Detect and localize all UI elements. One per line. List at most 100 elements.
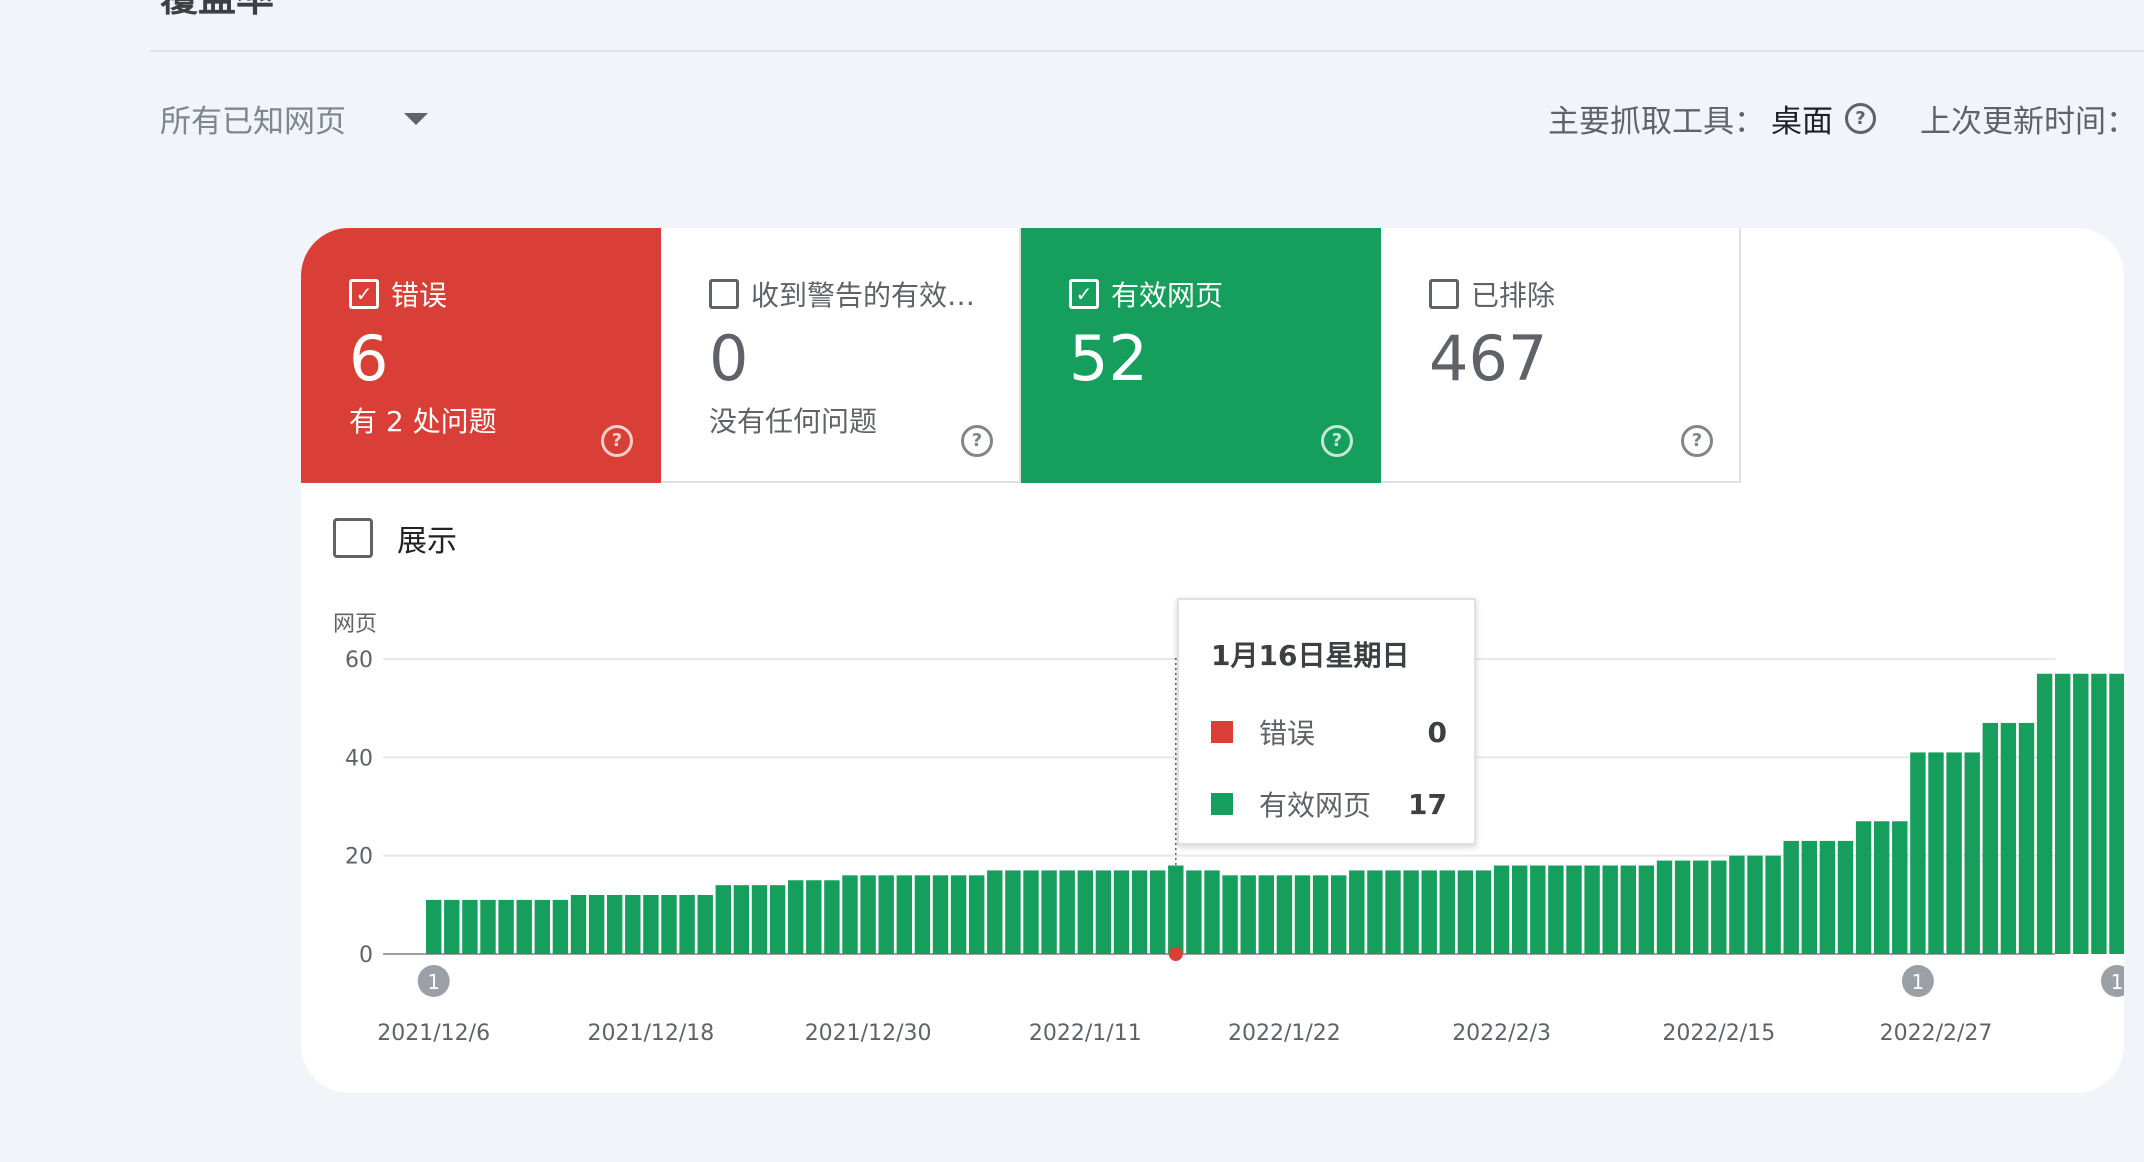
bar-valid bbox=[1837, 840, 1854, 954]
bar-valid bbox=[498, 899, 514, 954]
y-tick-label: 60 bbox=[345, 648, 373, 673]
bar-valid bbox=[444, 899, 460, 954]
bar-valid bbox=[1747, 855, 1763, 954]
bar-valid bbox=[2018, 722, 2035, 954]
bar-valid bbox=[661, 895, 677, 954]
x-tick-label: 2022/2/27 bbox=[1880, 1021, 1993, 1046]
bar-valid bbox=[1946, 752, 1962, 954]
bar-valid bbox=[733, 885, 750, 954]
bar-valid bbox=[1331, 875, 1347, 954]
y-tick-label: 20 bbox=[345, 845, 373, 870]
tooltip-row-label: 有效网页 bbox=[1259, 789, 1372, 822]
crawler-info: 主要抓取工具： 桌面 ? 上次更新时间： bbox=[1548, 96, 2137, 141]
coverage-card: ✓ 错误 6 有 2 处问题 ? 收到警告的有效… 0 没有任何问题 ? ✓ 有效网… bbox=[301, 228, 2124, 1093]
bar-valid bbox=[426, 899, 442, 954]
bar-valid bbox=[1403, 870, 1419, 954]
y-tick-label: 0 bbox=[359, 943, 373, 968]
bar-valid bbox=[1312, 875, 1329, 954]
crawler-label: 主要抓取工具： bbox=[1548, 104, 1765, 140]
bar-valid bbox=[697, 895, 713, 954]
last-updated-label: 上次更新时间： bbox=[1920, 104, 2137, 140]
tooltip-date: 1月16日星期日 bbox=[1211, 639, 1410, 672]
bar-valid bbox=[1711, 860, 1727, 954]
bar-valid bbox=[1168, 865, 1184, 954]
bar-valid bbox=[516, 899, 532, 954]
tooltip-row-value: 17 bbox=[1408, 787, 1447, 821]
y-axis-label: 网页 bbox=[333, 612, 377, 637]
bar-valid bbox=[1729, 855, 1745, 954]
header-divider bbox=[150, 50, 2144, 52]
bar-valid bbox=[1258, 875, 1274, 954]
bar-valid bbox=[1276, 875, 1293, 954]
bar-valid bbox=[806, 880, 822, 954]
bar-valid bbox=[1150, 870, 1166, 954]
bar-valid bbox=[1783, 840, 1799, 954]
bar-valid bbox=[588, 895, 605, 954]
bar-valid bbox=[896, 875, 912, 954]
x-tick-label: 2021/12/30 bbox=[805, 1021, 932, 1046]
x-tick-label: 2021/12/18 bbox=[587, 1021, 714, 1046]
legend-swatch-valid bbox=[1211, 793, 1233, 815]
bar-valid bbox=[950, 875, 967, 954]
bar-valid bbox=[769, 885, 786, 954]
bar-valid bbox=[1674, 860, 1691, 954]
x-tick-label: 2022/1/22 bbox=[1228, 1021, 1341, 1046]
page-filter-dropdown[interactable]: 所有已知网页 bbox=[160, 96, 428, 141]
tooltip-row-label: 错误 bbox=[1259, 717, 1316, 750]
bar-valid bbox=[1457, 870, 1474, 954]
bar-valid bbox=[1566, 865, 1582, 954]
bar-valid bbox=[1855, 821, 1872, 954]
bar-valid bbox=[643, 895, 659, 954]
bar-valid bbox=[1874, 821, 1890, 954]
tooltip-row-value: 0 bbox=[1427, 715, 1447, 749]
bar-valid bbox=[878, 875, 894, 954]
bar-valid bbox=[1041, 870, 1057, 954]
bar-valid bbox=[2000, 722, 2017, 954]
x-tick-label: 2021/12/6 bbox=[377, 1021, 490, 1046]
bar-valid bbox=[570, 895, 587, 954]
bar-valid bbox=[1638, 865, 1655, 954]
bar-valid bbox=[1240, 875, 1256, 954]
bar-valid bbox=[1819, 840, 1836, 954]
x-tick-label: 2022/1/11 bbox=[1029, 1021, 1142, 1046]
bar-valid bbox=[751, 885, 768, 954]
bar-valid bbox=[534, 899, 550, 954]
bar-valid bbox=[1620, 865, 1636, 954]
annotation-label: 1 bbox=[2111, 970, 2124, 994]
bar-valid bbox=[1910, 752, 1926, 954]
x-tick-label: 2022/2/15 bbox=[1662, 1021, 1775, 1046]
bar-valid bbox=[2036, 673, 2053, 954]
bar-valid bbox=[1928, 752, 1944, 954]
bar-valid bbox=[1493, 865, 1510, 954]
bar-valid bbox=[679, 895, 695, 954]
help-icon[interactable]: ? bbox=[1845, 103, 1876, 134]
bar-valid bbox=[1801, 840, 1817, 954]
bar-valid bbox=[1222, 875, 1238, 954]
bar-valid bbox=[860, 875, 876, 954]
bar-valid bbox=[788, 880, 804, 954]
bar-valid bbox=[462, 899, 478, 954]
bar-valid bbox=[1530, 865, 1546, 954]
bar-valid bbox=[1095, 870, 1112, 954]
bar-valid bbox=[1385, 870, 1401, 954]
page-title: 覆盖率 bbox=[160, 0, 274, 18]
bar-valid bbox=[842, 875, 858, 954]
bar-valid bbox=[1059, 870, 1075, 954]
bar-valid bbox=[1294, 875, 1311, 954]
tooltip-row-errors: 错误 0 bbox=[1211, 712, 1447, 752]
tooltip-row-valid: 有效网页 17 bbox=[1211, 784, 1447, 824]
bar-valid bbox=[1982, 722, 1998, 954]
bar-valid bbox=[1475, 870, 1492, 954]
bar-valid bbox=[1602, 865, 1618, 954]
bar-valid bbox=[1512, 865, 1528, 954]
x-tick-label: 2022/2/3 bbox=[1452, 1021, 1551, 1046]
bar-valid bbox=[1584, 865, 1600, 954]
crawler-value: 桌面 bbox=[1771, 104, 1833, 140]
bar-valid bbox=[914, 875, 931, 954]
caret-down-icon bbox=[404, 112, 428, 125]
y-tick-label: 40 bbox=[345, 746, 373, 771]
bar-valid bbox=[1131, 870, 1148, 954]
bar-valid bbox=[1656, 860, 1673, 954]
bar-valid bbox=[1349, 870, 1365, 954]
bar-valid bbox=[1204, 870, 1220, 954]
